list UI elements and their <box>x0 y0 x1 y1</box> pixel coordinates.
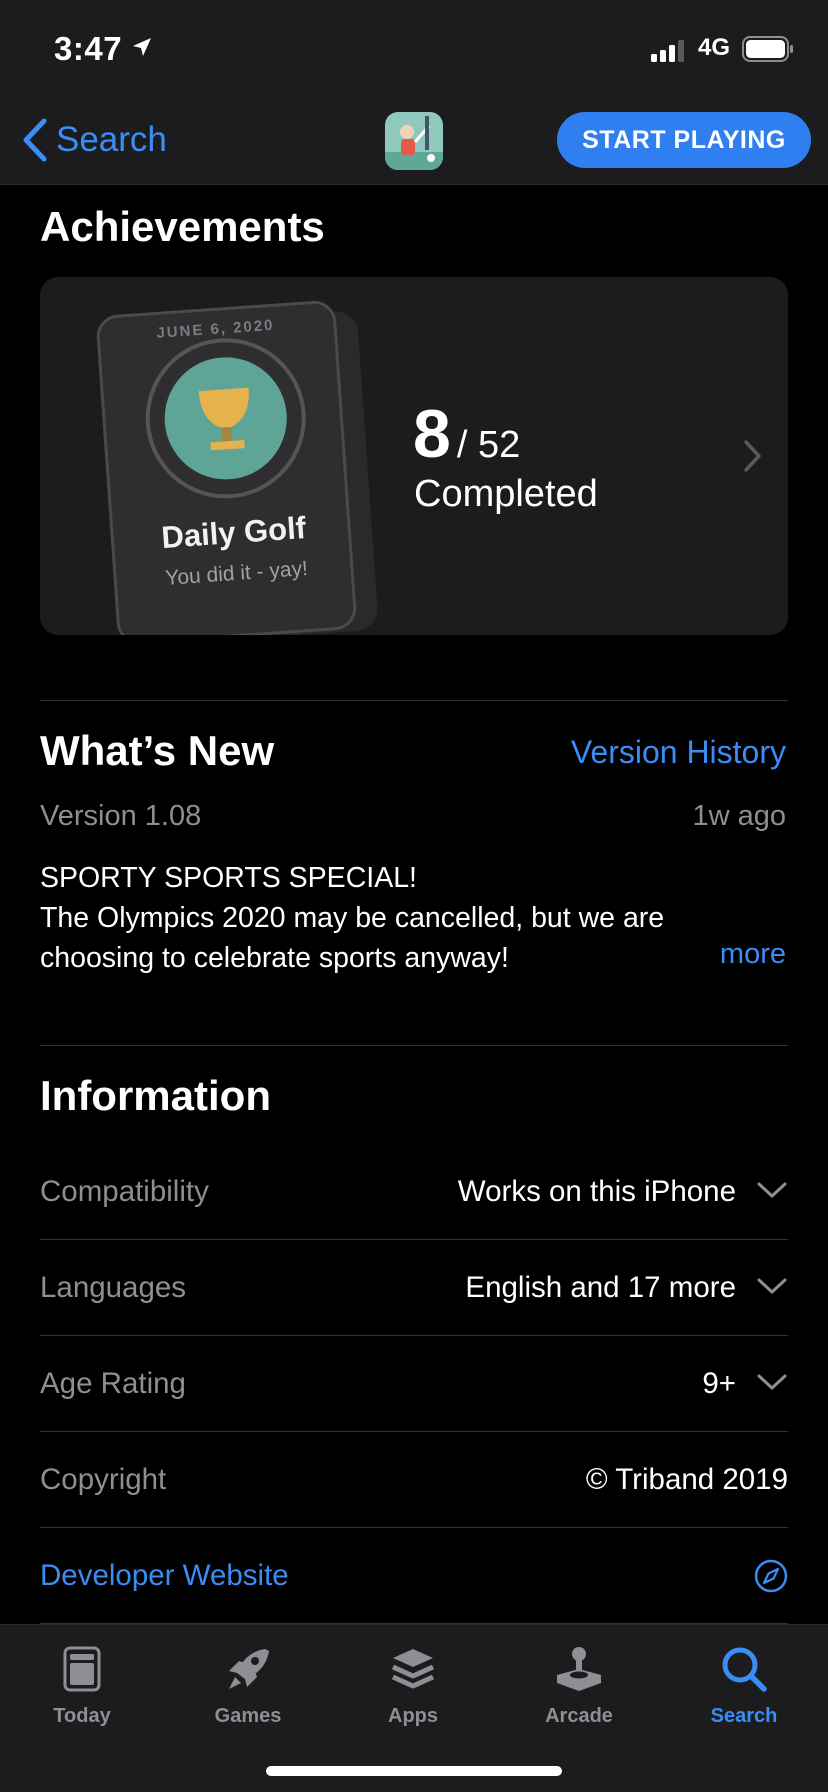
today-icon <box>63 1646 101 1692</box>
compass-icon <box>754 1559 788 1593</box>
chevron-right-icon <box>744 440 761 472</box>
home-indicator[interactable] <box>266 1766 562 1776</box>
back-button[interactable]: Search <box>22 118 167 162</box>
layers-icon <box>391 1649 435 1689</box>
info-row-age-rating[interactable]: Age Rating 9+ <box>40 1336 788 1432</box>
app-icon <box>385 112 443 170</box>
navigation-bar: Search START PLAYING <box>0 100 828 185</box>
chevron-down-icon <box>757 1374 787 1390</box>
version-history-link[interactable]: Version History <box>571 734 786 771</box>
rocket-icon <box>229 1649 269 1689</box>
tab-today[interactable]: Today <box>7 1639 157 1739</box>
battery-icon <box>742 36 793 62</box>
info-row-copyright: Copyright © Triband 2019 <box>40 1432 788 1528</box>
release-notes-line: The Olympics 2020 may be cancelled, but … <box>40 902 665 934</box>
tab-label: Search <box>710 1705 778 1727</box>
golf-app-icon <box>385 112 443 170</box>
information-title: Information <box>40 1072 271 1119</box>
info-value: © Triband 2019 <box>585 1463 788 1496</box>
tab-arcade[interactable]: Arcade <box>504 1639 654 1739</box>
release-age: 1w ago <box>692 800 786 832</box>
app-store-page: 3:47 4G Search START PLAYING Achievement… <box>0 0 828 1792</box>
badge-name: Daily Golf <box>160 510 308 556</box>
info-value: 9+ <box>702 1367 736 1400</box>
release-notes: SPORTY SPORTS SPECIAL! The Olympics 2020… <box>40 858 760 978</box>
chevron-left-icon <box>23 118 47 162</box>
start-playing-button[interactable]: START PLAYING <box>557 112 811 168</box>
location-arrow-icon <box>133 38 151 56</box>
achievements-completed: 8 <box>413 396 451 472</box>
badge-medal <box>156 348 296 488</box>
developer-website-row[interactable]: Developer Website <box>40 1528 788 1624</box>
tab-label: Apps <box>388 1705 438 1727</box>
status-time: 3:47 <box>54 30 123 67</box>
chevron-down-icon <box>757 1278 787 1294</box>
tab-games[interactable]: Games <box>173 1639 323 1739</box>
tab-label: Arcade <box>545 1705 613 1727</box>
achievements-total: / 52 <box>456 424 521 466</box>
release-notes-line: SPORTY SPORTS SPECIAL! <box>40 862 417 894</box>
tab-label: Today <box>53 1705 111 1727</box>
badge-subtitle: You did it - yay! <box>164 556 309 590</box>
more-link[interactable]: more <box>720 938 786 971</box>
tab-apps[interactable]: Apps <box>338 1639 488 1739</box>
trophy-icon <box>198 387 249 451</box>
status-bar: 3:47 4G <box>0 0 828 100</box>
info-label: Languages <box>40 1271 187 1304</box>
network-type: 4G <box>698 34 731 61</box>
info-label: Copyright <box>40 1463 167 1496</box>
tab-search[interactable]: Search <box>669 1639 819 1739</box>
cellular-signal-icon <box>651 40 684 62</box>
version-number: Version 1.08 <box>40 800 202 832</box>
achievement-count: 8 / 52 <box>413 395 520 473</box>
whats-new-title: What’s New <box>40 727 275 774</box>
info-row-languages[interactable]: Languages English and 17 more <box>40 1240 788 1336</box>
info-row-compatibility[interactable]: Compatibility Works on this iPhone <box>40 1144 788 1240</box>
joystick-icon <box>557 1647 601 1691</box>
search-icon <box>722 1647 767 1692</box>
info-value: English and 17 more <box>465 1271 736 1304</box>
info-value: Works on this iPhone <box>457 1175 736 1208</box>
release-notes-line: choosing to celebrate sports anyway! <box>40 942 509 974</box>
achievement-badge: JUNE 6, 2020 Daily Golf You did it - yay… <box>95 299 379 635</box>
chevron-down-icon <box>757 1182 787 1198</box>
badge-card: JUNE 6, 2020 Daily Golf You did it - yay… <box>95 299 358 635</box>
info-label: Compatibility <box>40 1175 209 1208</box>
section-divider <box>40 1045 788 1046</box>
completed-label: Completed <box>414 473 598 515</box>
back-label: Search <box>56 120 167 159</box>
section-divider <box>40 700 788 701</box>
tab-label: Games <box>214 1705 282 1727</box>
info-label: Age Rating <box>40 1367 186 1400</box>
developer-website-link[interactable]: Developer Website <box>40 1528 289 1624</box>
achievements-title: Achievements <box>40 203 325 250</box>
achievements-card[interactable]: JUNE 6, 2020 Daily Golf You did it - yay… <box>40 277 788 635</box>
